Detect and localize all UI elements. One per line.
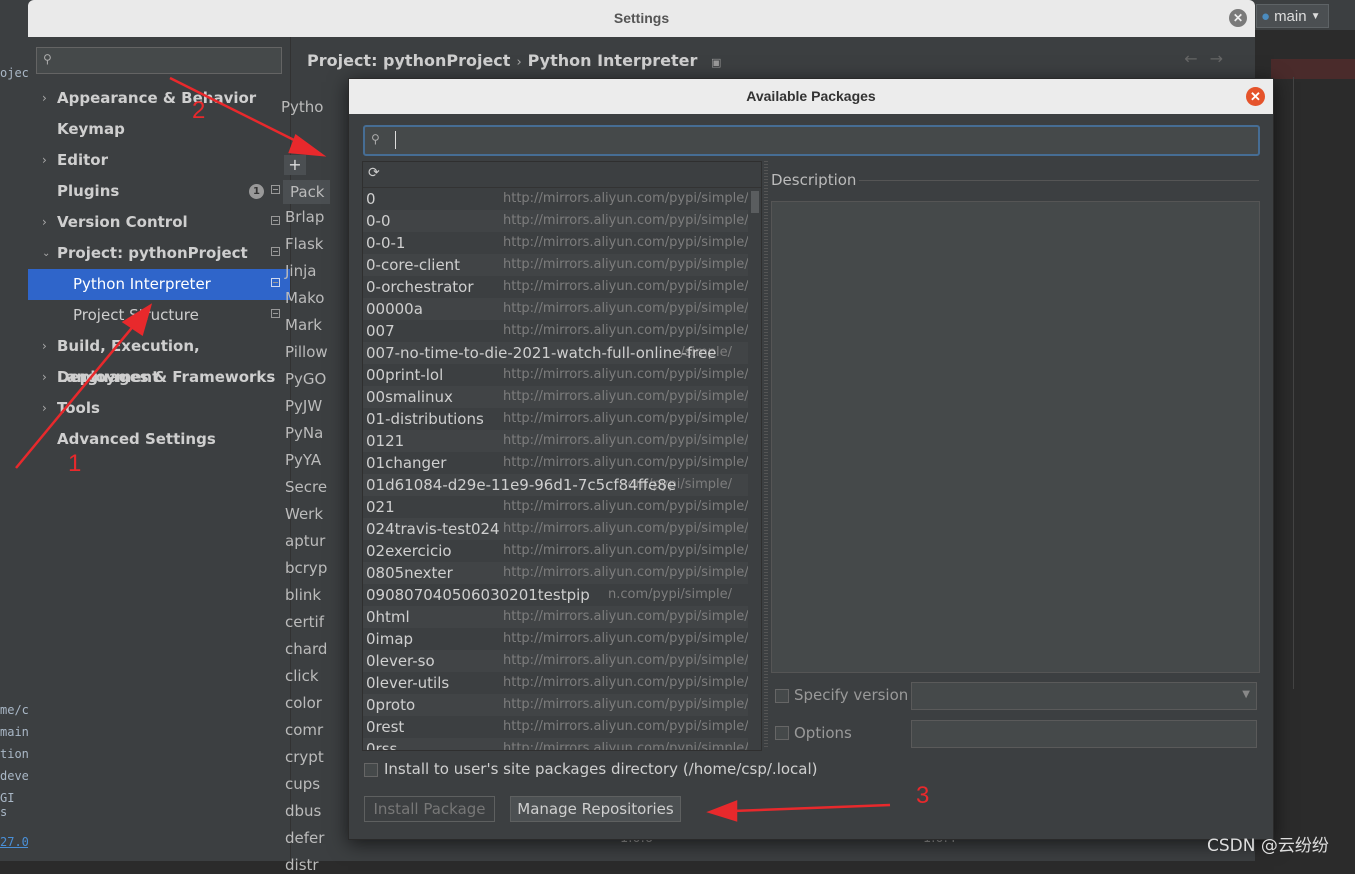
annotation-arrowhead-1 bbox=[121, 303, 153, 336]
annotation-number-3: 3 bbox=[916, 782, 930, 809]
watermark: CSDN @云纷纷 bbox=[1207, 836, 1329, 856]
annotation-arrowhead-2 bbox=[288, 134, 327, 157]
annotation-arrows bbox=[15, 76, 891, 822]
annotation-arrow-1 bbox=[15, 317, 141, 469]
annotation-arrow-3 bbox=[731, 803, 891, 813]
annotation-arrowhead-3 bbox=[706, 800, 738, 822]
annotation-number-2: 2 bbox=[192, 97, 206, 124]
annotation-number-1: 1 bbox=[68, 450, 82, 477]
annotation-arrow-2 bbox=[169, 76, 311, 150]
